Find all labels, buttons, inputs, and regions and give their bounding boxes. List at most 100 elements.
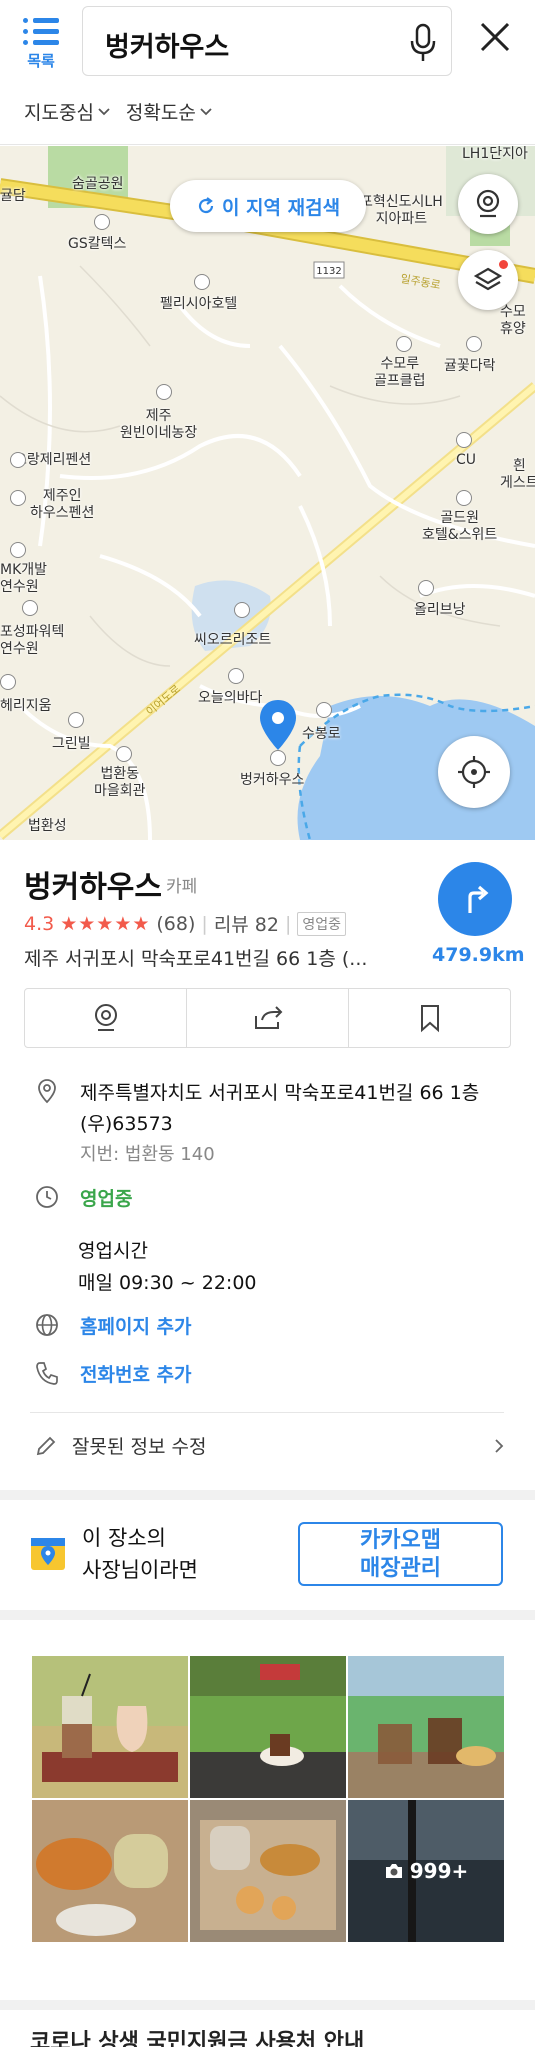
divider bbox=[30, 1412, 504, 1413]
photo-thumbnail[interactable] bbox=[32, 1800, 188, 1942]
refresh-icon bbox=[198, 197, 214, 214]
poi-label[interactable]: 펠리시아호텔 bbox=[160, 296, 237, 313]
phone-icon bbox=[36, 1362, 58, 1385]
place-address-short: 제주 서귀포시 막숙포로41번길 66 1층 (... bbox=[24, 948, 368, 970]
filter-accuracy[interactable]: 정확도순 bbox=[126, 98, 212, 125]
poi-marker bbox=[94, 214, 110, 230]
notice-heading[interactable]: 코로나 상생 국민지원금 사용처 안내 bbox=[30, 2024, 364, 2047]
address-full[interactable]: 제주특별자치도 서귀포시 막숙포로41번길 66 1층 (우)63573 bbox=[80, 1078, 500, 1140]
photo-thumbnail[interactable] bbox=[190, 1656, 346, 1798]
filter-map-center[interactable]: 지도중심 bbox=[24, 98, 110, 125]
filter-bar: 지도중심 정확도순 bbox=[24, 98, 212, 125]
poi-label[interactable]: 수모루 골프클럽 bbox=[374, 356, 426, 390]
chevron-down-icon bbox=[200, 107, 212, 115]
poi-label[interactable]: 귤담 bbox=[0, 188, 26, 205]
photo-thumbnail[interactable] bbox=[348, 1656, 504, 1798]
poi-label[interactable]: GS칼텍스 bbox=[68, 236, 126, 253]
roadview-button[interactable] bbox=[458, 174, 518, 234]
owner-banner: 이 장소의 사장님이라면 카카오맵 매장관리 bbox=[0, 1500, 535, 1610]
star-rating-icon: ★★★★★ bbox=[60, 912, 151, 935]
bookmark-button[interactable] bbox=[349, 989, 510, 1047]
poi-label[interactable]: 수봉로 bbox=[302, 726, 341, 743]
layers-button[interactable] bbox=[458, 250, 518, 310]
poi-label[interactable]: 올리브낭 bbox=[414, 602, 466, 619]
globe-icon bbox=[36, 1314, 58, 1336]
my-location-button[interactable] bbox=[438, 736, 510, 808]
poi-marker bbox=[22, 600, 38, 616]
poi-label[interactable]: 법환동 마을회관 bbox=[94, 766, 146, 800]
poi-label[interactable]: 그린빌 bbox=[52, 736, 91, 753]
list-icon bbox=[23, 18, 59, 46]
selected-place-marker[interactable] bbox=[258, 698, 298, 754]
poi-marker bbox=[10, 452, 26, 468]
place-detail-card: 벙커하우스 카페 4.3 ★★★★★ (68) | 리뷰 82 | 영업중 제주… bbox=[0, 840, 535, 1490]
distance-label: 479.9km bbox=[432, 944, 525, 966]
poi-label[interactable]: CU bbox=[456, 452, 476, 469]
search-input[interactable]: 벙커하우스 bbox=[82, 6, 452, 76]
top-header: 목록 벙커하우스 지도중심 정확도순 bbox=[0, 0, 535, 145]
add-homepage-link[interactable]: 홈페이지 추가 bbox=[80, 1312, 192, 1339]
share-button[interactable] bbox=[187, 989, 349, 1047]
poi-label[interactable]: 씨오르리조트 bbox=[194, 632, 271, 649]
address-row: 제주특별자치도 서귀포시 막숙포로41번길 66 1층 (우)63573 지번:… bbox=[34, 1078, 500, 1170]
poi-marker bbox=[194, 274, 210, 290]
phone-row[interactable]: 전화번호 추가 bbox=[34, 1360, 192, 1387]
poi-label[interactable]: 제주인 하우스펜션 bbox=[30, 488, 94, 522]
status-badge: 영업중 bbox=[297, 911, 347, 936]
open-status-row[interactable]: 영업중 bbox=[34, 1184, 132, 1211]
poi-label[interactable]: 헤리지움 bbox=[0, 698, 52, 715]
poi-label[interactable]: MK개발 연수원 bbox=[0, 562, 47, 596]
close-icon[interactable] bbox=[476, 18, 514, 56]
add-phone-link[interactable]: 전화번호 추가 bbox=[80, 1360, 192, 1387]
poi-label[interactable]: 포혁신도시LH 지아파트 bbox=[360, 194, 443, 228]
poi-label[interactable]: 오늘의바다 bbox=[198, 690, 262, 707]
photo-thumbnail[interactable]: 999+ bbox=[348, 1800, 504, 1942]
poi-label[interactable]: 숨골공원 bbox=[72, 176, 124, 193]
poi-marker bbox=[270, 750, 286, 766]
poi-marker bbox=[456, 490, 472, 506]
list-menu-button[interactable]: 목록 bbox=[14, 14, 68, 74]
poi-label[interactable]: 귤꽃다락 bbox=[444, 358, 496, 375]
poi-marker bbox=[68, 712, 84, 728]
place-name[interactable]: 벙커하우스 bbox=[24, 862, 162, 906]
crosshair-icon bbox=[458, 756, 490, 788]
research-area-button[interactable]: 이 지역 재검색 bbox=[170, 180, 366, 232]
photo-section: 999+ bbox=[0, 1620, 535, 2000]
photo-thumbnail[interactable] bbox=[190, 1800, 346, 1942]
address-jibun: 지번: 법환동 140 bbox=[80, 1144, 215, 1165]
map-view[interactable]: 1132 일주동로 이어도로 숨골공원 GS칼텍스 펠리시아호텔 제주 원빈이네… bbox=[0, 146, 535, 840]
photo-grid: 999+ bbox=[32, 1656, 504, 1942]
selected-place-label[interactable]: 벙커하우스 bbox=[240, 772, 304, 789]
poi-label[interactable]: 제주 원빈이네농장 bbox=[120, 408, 197, 442]
review-count[interactable]: 리뷰 82 bbox=[214, 910, 279, 937]
poi-label[interactable]: LH1단지아 bbox=[462, 146, 528, 163]
poi-label[interactable]: 수모 휴양 bbox=[500, 304, 526, 338]
poi-marker bbox=[228, 668, 244, 684]
poi-label[interactable]: 흰 게스트 bbox=[500, 458, 535, 492]
clock-icon bbox=[36, 1186, 58, 1208]
poi-marker bbox=[10, 542, 26, 558]
poi-label[interactable]: 골드원 호텔&스위트 bbox=[422, 510, 497, 544]
kakaomap-store-icon bbox=[31, 1538, 65, 1570]
edit-info-row[interactable]: 잘못된 정보 수정 bbox=[34, 1432, 504, 1459]
chevron-down-icon bbox=[98, 107, 110, 115]
photo-thumbnail[interactable] bbox=[32, 1656, 188, 1798]
layers-icon bbox=[473, 267, 503, 291]
divider: | bbox=[201, 912, 208, 935]
store-management-button[interactable]: 카카오맵 매장관리 bbox=[298, 1522, 503, 1586]
open-status: 영업중 bbox=[80, 1188, 133, 1210]
more-photos-overlay[interactable]: 999+ bbox=[348, 1800, 504, 1942]
directions-button[interactable] bbox=[438, 862, 512, 936]
owner-prompt-text: 이 장소의 사장님이라면 bbox=[82, 1526, 198, 1582]
bookmark-icon bbox=[420, 1005, 439, 1033]
microphone-icon[interactable] bbox=[409, 23, 437, 63]
poi-label[interactable]: 포성파워텍 연수원 bbox=[0, 624, 64, 658]
place-category: 카페 bbox=[166, 877, 198, 897]
rating-count[interactable]: (68) bbox=[156, 913, 195, 935]
rating-row: 4.3 ★★★★★ (68) | 리뷰 82 | 영업중 bbox=[24, 910, 347, 937]
poi-marker bbox=[0, 674, 16, 690]
poi-label[interactable]: 법환성 bbox=[28, 818, 67, 835]
poi-marker bbox=[156, 384, 172, 400]
homepage-row[interactable]: 홈페이지 추가 bbox=[34, 1312, 192, 1339]
roadview-action-button[interactable] bbox=[25, 989, 187, 1047]
